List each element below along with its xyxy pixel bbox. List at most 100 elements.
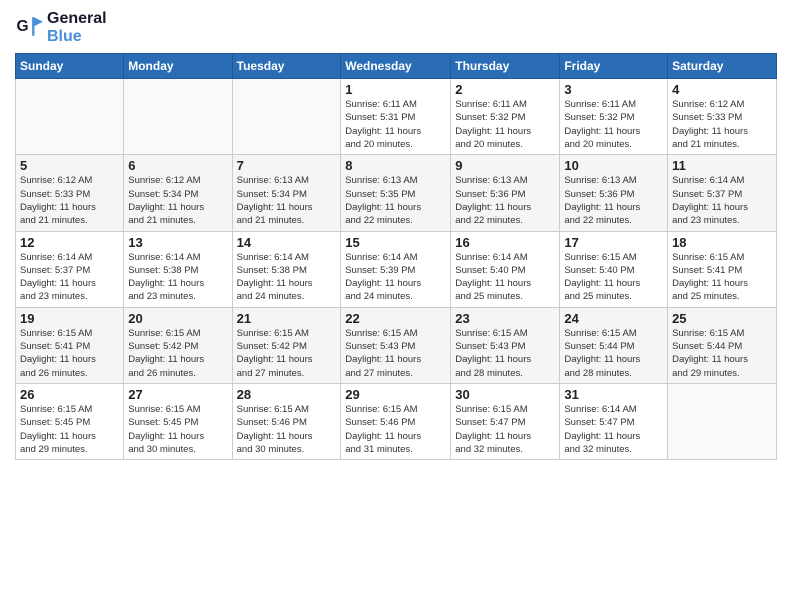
day-cell: 31Sunrise: 6:14 AM Sunset: 5:47 PM Dayli…: [560, 383, 668, 459]
day-cell: [232, 79, 341, 155]
week-row-4: 19Sunrise: 6:15 AM Sunset: 5:41 PM Dayli…: [16, 307, 777, 383]
day-number: 18: [672, 235, 772, 250]
logo: G General Blue: [15, 10, 107, 45]
day-info: Sunrise: 6:14 AM Sunset: 5:47 PM Dayligh…: [564, 403, 663, 456]
day-info: Sunrise: 6:13 AM Sunset: 5:36 PM Dayligh…: [455, 174, 555, 227]
weekday-header-wednesday: Wednesday: [341, 54, 451, 79]
logo-text: General Blue: [47, 10, 107, 45]
svg-text:G: G: [17, 18, 29, 35]
day-info: Sunrise: 6:15 AM Sunset: 5:45 PM Dayligh…: [20, 403, 119, 456]
day-number: 16: [455, 235, 555, 250]
weekday-header-row: SundayMondayTuesdayWednesdayThursdayFrid…: [16, 54, 777, 79]
day-number: 30: [455, 387, 555, 402]
day-cell: 3Sunrise: 6:11 AM Sunset: 5:32 PM Daylig…: [560, 79, 668, 155]
week-row-5: 26Sunrise: 6:15 AM Sunset: 5:45 PM Dayli…: [16, 383, 777, 459]
day-number: 21: [237, 311, 337, 326]
day-cell: 9Sunrise: 6:13 AM Sunset: 5:36 PM Daylig…: [451, 155, 560, 231]
day-cell: [124, 79, 232, 155]
day-info: Sunrise: 6:14 AM Sunset: 5:37 PM Dayligh…: [672, 174, 772, 227]
day-cell: 24Sunrise: 6:15 AM Sunset: 5:44 PM Dayli…: [560, 307, 668, 383]
weekday-header-monday: Monday: [124, 54, 232, 79]
day-cell: 11Sunrise: 6:14 AM Sunset: 5:37 PM Dayli…: [668, 155, 777, 231]
day-number: 3: [564, 82, 663, 97]
day-number: 9: [455, 158, 555, 173]
day-info: Sunrise: 6:12 AM Sunset: 5:33 PM Dayligh…: [672, 98, 772, 151]
day-cell: 26Sunrise: 6:15 AM Sunset: 5:45 PM Dayli…: [16, 383, 124, 459]
day-cell: 20Sunrise: 6:15 AM Sunset: 5:42 PM Dayli…: [124, 307, 232, 383]
day-number: 7: [237, 158, 337, 173]
day-cell: 1Sunrise: 6:11 AM Sunset: 5:31 PM Daylig…: [341, 79, 451, 155]
day-number: 29: [345, 387, 446, 402]
day-number: 27: [128, 387, 227, 402]
day-info: Sunrise: 6:11 AM Sunset: 5:32 PM Dayligh…: [455, 98, 555, 151]
day-number: 5: [20, 158, 119, 173]
logo-icon: G: [15, 14, 43, 42]
day-info: Sunrise: 6:11 AM Sunset: 5:32 PM Dayligh…: [564, 98, 663, 151]
weekday-header-friday: Friday: [560, 54, 668, 79]
day-info: Sunrise: 6:15 AM Sunset: 5:46 PM Dayligh…: [345, 403, 446, 456]
day-cell: 23Sunrise: 6:15 AM Sunset: 5:43 PM Dayli…: [451, 307, 560, 383]
day-info: Sunrise: 6:12 AM Sunset: 5:34 PM Dayligh…: [128, 174, 227, 227]
day-info: Sunrise: 6:14 AM Sunset: 5:39 PM Dayligh…: [345, 251, 446, 304]
day-cell: 14Sunrise: 6:14 AM Sunset: 5:38 PM Dayli…: [232, 231, 341, 307]
day-number: 1: [345, 82, 446, 97]
day-number: 2: [455, 82, 555, 97]
day-cell: 15Sunrise: 6:14 AM Sunset: 5:39 PM Dayli…: [341, 231, 451, 307]
day-number: 4: [672, 82, 772, 97]
week-row-3: 12Sunrise: 6:14 AM Sunset: 5:37 PM Dayli…: [16, 231, 777, 307]
day-info: Sunrise: 6:15 AM Sunset: 5:43 PM Dayligh…: [345, 327, 446, 380]
day-info: Sunrise: 6:13 AM Sunset: 5:35 PM Dayligh…: [345, 174, 446, 227]
day-info: Sunrise: 6:13 AM Sunset: 5:34 PM Dayligh…: [237, 174, 337, 227]
day-info: Sunrise: 6:13 AM Sunset: 5:36 PM Dayligh…: [564, 174, 663, 227]
day-cell: 2Sunrise: 6:11 AM Sunset: 5:32 PM Daylig…: [451, 79, 560, 155]
day-cell: [668, 383, 777, 459]
day-number: 8: [345, 158, 446, 173]
day-cell: 17Sunrise: 6:15 AM Sunset: 5:40 PM Dayli…: [560, 231, 668, 307]
day-cell: [16, 79, 124, 155]
day-cell: 10Sunrise: 6:13 AM Sunset: 5:36 PM Dayli…: [560, 155, 668, 231]
day-info: Sunrise: 6:15 AM Sunset: 5:41 PM Dayligh…: [20, 327, 119, 380]
day-cell: 16Sunrise: 6:14 AM Sunset: 5:40 PM Dayli…: [451, 231, 560, 307]
day-cell: 21Sunrise: 6:15 AM Sunset: 5:42 PM Dayli…: [232, 307, 341, 383]
day-info: Sunrise: 6:15 AM Sunset: 5:40 PM Dayligh…: [564, 251, 663, 304]
day-info: Sunrise: 6:11 AM Sunset: 5:31 PM Dayligh…: [345, 98, 446, 151]
day-cell: 4Sunrise: 6:12 AM Sunset: 5:33 PM Daylig…: [668, 79, 777, 155]
day-info: Sunrise: 6:15 AM Sunset: 5:44 PM Dayligh…: [672, 327, 772, 380]
day-number: 28: [237, 387, 337, 402]
weekday-header-saturday: Saturday: [668, 54, 777, 79]
day-cell: 19Sunrise: 6:15 AM Sunset: 5:41 PM Dayli…: [16, 307, 124, 383]
day-info: Sunrise: 6:12 AM Sunset: 5:33 PM Dayligh…: [20, 174, 119, 227]
day-info: Sunrise: 6:15 AM Sunset: 5:42 PM Dayligh…: [128, 327, 227, 380]
day-number: 25: [672, 311, 772, 326]
day-number: 15: [345, 235, 446, 250]
weekday-header-thursday: Thursday: [451, 54, 560, 79]
day-cell: 27Sunrise: 6:15 AM Sunset: 5:45 PM Dayli…: [124, 383, 232, 459]
day-number: 10: [564, 158, 663, 173]
day-info: Sunrise: 6:15 AM Sunset: 5:47 PM Dayligh…: [455, 403, 555, 456]
day-info: Sunrise: 6:14 AM Sunset: 5:38 PM Dayligh…: [128, 251, 227, 304]
day-info: Sunrise: 6:14 AM Sunset: 5:37 PM Dayligh…: [20, 251, 119, 304]
day-info: Sunrise: 6:15 AM Sunset: 5:44 PM Dayligh…: [564, 327, 663, 380]
week-row-1: 1Sunrise: 6:11 AM Sunset: 5:31 PM Daylig…: [16, 79, 777, 155]
day-info: Sunrise: 6:14 AM Sunset: 5:38 PM Dayligh…: [237, 251, 337, 304]
day-cell: 5Sunrise: 6:12 AM Sunset: 5:33 PM Daylig…: [16, 155, 124, 231]
page: G General Blue SundayMondayTuesdayWednes…: [0, 0, 792, 612]
day-number: 31: [564, 387, 663, 402]
day-info: Sunrise: 6:15 AM Sunset: 5:45 PM Dayligh…: [128, 403, 227, 456]
day-number: 20: [128, 311, 227, 326]
day-number: 26: [20, 387, 119, 402]
day-info: Sunrise: 6:15 AM Sunset: 5:46 PM Dayligh…: [237, 403, 337, 456]
day-number: 19: [20, 311, 119, 326]
day-cell: 7Sunrise: 6:13 AM Sunset: 5:34 PM Daylig…: [232, 155, 341, 231]
day-number: 23: [455, 311, 555, 326]
day-cell: 12Sunrise: 6:14 AM Sunset: 5:37 PM Dayli…: [16, 231, 124, 307]
calendar: SundayMondayTuesdayWednesdayThursdayFrid…: [15, 53, 777, 460]
day-cell: 22Sunrise: 6:15 AM Sunset: 5:43 PM Dayli…: [341, 307, 451, 383]
day-number: 11: [672, 158, 772, 173]
day-info: Sunrise: 6:14 AM Sunset: 5:40 PM Dayligh…: [455, 251, 555, 304]
day-cell: 13Sunrise: 6:14 AM Sunset: 5:38 PM Dayli…: [124, 231, 232, 307]
day-number: 17: [564, 235, 663, 250]
day-number: 6: [128, 158, 227, 173]
weekday-header-tuesday: Tuesday: [232, 54, 341, 79]
day-number: 24: [564, 311, 663, 326]
